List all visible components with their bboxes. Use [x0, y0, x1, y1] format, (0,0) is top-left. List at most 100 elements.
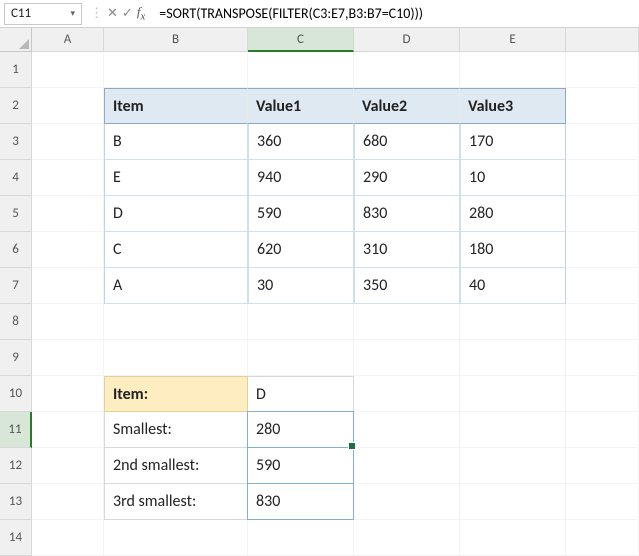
cell[interactable]	[104, 340, 248, 376]
table-cell[interactable]: D	[104, 196, 248, 232]
cell[interactable]	[460, 520, 566, 556]
cell[interactable]	[566, 160, 639, 196]
cell[interactable]	[248, 520, 354, 556]
cell[interactable]	[566, 88, 639, 124]
cell[interactable]	[32, 340, 104, 376]
cell[interactable]	[566, 340, 639, 376]
cell[interactable]	[32, 304, 104, 340]
cell[interactable]	[566, 304, 639, 340]
row-header[interactable]: 9	[0, 340, 32, 376]
cell[interactable]	[566, 268, 639, 304]
table-cell[interactable]: 680	[354, 124, 460, 160]
col-header-e[interactable]: E	[460, 28, 566, 52]
row-header[interactable]: 6	[0, 232, 32, 268]
col-header-f[interactable]	[566, 28, 639, 52]
cell[interactable]	[32, 484, 104, 520]
cell[interactable]	[354, 52, 460, 88]
table-cell[interactable]: 40	[460, 268, 566, 304]
lookup-result[interactable]: 830	[248, 484, 354, 520]
row-header[interactable]: 2	[0, 88, 32, 124]
cell[interactable]	[32, 160, 104, 196]
cell[interactable]	[354, 340, 460, 376]
name-box[interactable]: C11 ▾	[4, 3, 82, 25]
table-cell[interactable]: C	[104, 232, 248, 268]
table-cell[interactable]: 360	[248, 124, 354, 160]
cell[interactable]	[460, 448, 566, 484]
spreadsheet-grid[interactable]: 1 2 Item Value1 Value2 Value3 3 B 360 68…	[0, 52, 639, 556]
cell[interactable]	[566, 412, 639, 448]
table-cell[interactable]: B	[104, 124, 248, 160]
active-cell[interactable]: 280	[248, 412, 354, 448]
lookup-item-value[interactable]: D	[248, 376, 354, 412]
table-cell[interactable]: A	[104, 268, 248, 304]
table-cell[interactable]: 620	[248, 232, 354, 268]
cell[interactable]	[566, 196, 639, 232]
cell[interactable]	[32, 520, 104, 556]
table-cell[interactable]: 940	[248, 160, 354, 196]
confirm-icon[interactable]: ✓	[122, 6, 133, 21]
cell[interactable]	[460, 340, 566, 376]
row-header[interactable]: 13	[0, 484, 32, 520]
cell[interactable]	[354, 304, 460, 340]
table-header[interactable]: Value3	[460, 88, 566, 124]
cell[interactable]	[32, 196, 104, 232]
table-header[interactable]: Value1	[248, 88, 354, 124]
table-cell[interactable]: 10	[460, 160, 566, 196]
table-cell[interactable]: 590	[248, 196, 354, 232]
col-header-a[interactable]: A	[32, 28, 104, 52]
cell[interactable]	[32, 88, 104, 124]
lookup-item-label[interactable]: Item:	[104, 376, 248, 412]
fx-icon[interactable]: fx	[137, 4, 151, 23]
table-cell[interactable]: 290	[354, 160, 460, 196]
row-header[interactable]: 8	[0, 304, 32, 340]
cell[interactable]	[566, 52, 639, 88]
col-header-c[interactable]: C	[248, 28, 354, 52]
select-all-corner[interactable]	[0, 28, 32, 52]
cell[interactable]	[460, 412, 566, 448]
cell[interactable]	[32, 124, 104, 160]
cell[interactable]	[566, 520, 639, 556]
cell[interactable]	[354, 484, 460, 520]
cell[interactable]	[248, 340, 354, 376]
cell[interactable]	[566, 124, 639, 160]
lookup-label[interactable]: 3rd smallest:	[104, 484, 248, 520]
cell[interactable]	[460, 52, 566, 88]
col-header-b[interactable]: B	[104, 28, 248, 52]
table-cell[interactable]: E	[104, 160, 248, 196]
col-header-d[interactable]: D	[354, 28, 460, 52]
table-cell[interactable]: 310	[354, 232, 460, 268]
cell[interactable]	[32, 376, 104, 412]
cell[interactable]	[354, 376, 460, 412]
cell[interactable]	[566, 484, 639, 520]
cell[interactable]	[32, 412, 104, 448]
cell[interactable]	[104, 520, 248, 556]
cell[interactable]	[32, 232, 104, 268]
cell[interactable]	[566, 448, 639, 484]
cell[interactable]	[32, 448, 104, 484]
cell[interactable]	[248, 52, 354, 88]
cell[interactable]	[104, 52, 248, 88]
table-cell[interactable]: 830	[354, 196, 460, 232]
cell[interactable]	[354, 448, 460, 484]
table-cell[interactable]: 170	[460, 124, 566, 160]
cell[interactable]	[248, 304, 354, 340]
table-header[interactable]: Item	[104, 88, 248, 124]
formula-input[interactable]	[155, 3, 639, 25]
table-cell[interactable]: 350	[354, 268, 460, 304]
cell[interactable]	[460, 376, 566, 412]
table-cell[interactable]: 180	[460, 232, 566, 268]
table-cell[interactable]: 30	[248, 268, 354, 304]
row-header[interactable]: 5	[0, 196, 32, 232]
cell[interactable]	[566, 376, 639, 412]
row-header[interactable]: 10	[0, 376, 32, 412]
table-header[interactable]: Value2	[354, 88, 460, 124]
lookup-label[interactable]: Smallest:	[104, 412, 248, 448]
cell[interactable]	[460, 484, 566, 520]
cell[interactable]	[566, 232, 639, 268]
cell[interactable]	[104, 304, 248, 340]
cell[interactable]	[460, 304, 566, 340]
row-header[interactable]: 12	[0, 448, 32, 484]
row-header[interactable]: 14	[0, 520, 32, 556]
row-header[interactable]: 7	[0, 268, 32, 304]
cell[interactable]	[32, 52, 104, 88]
